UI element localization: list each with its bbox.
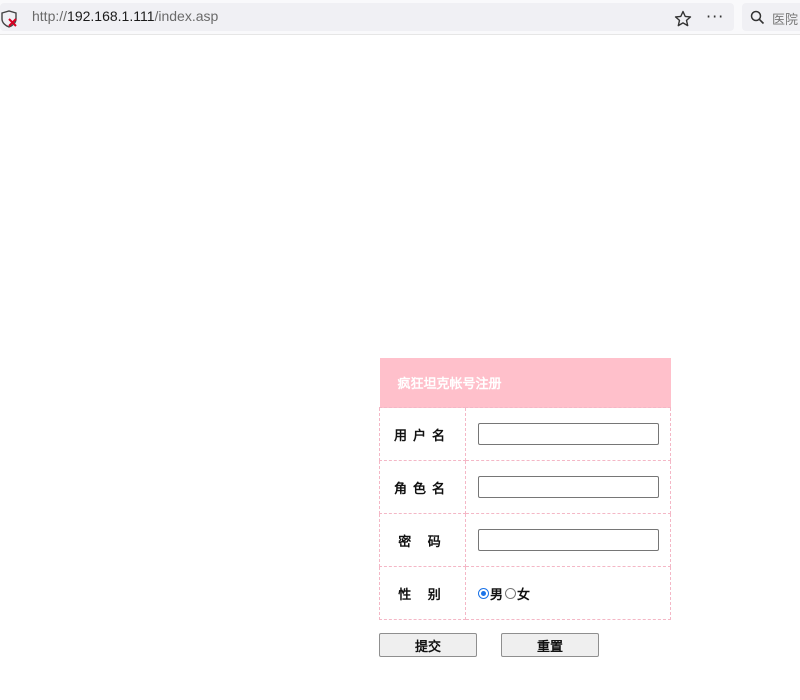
gender-radio-male[interactable] <box>478 587 489 599</box>
password-input[interactable] <box>478 529 659 551</box>
rolename-label: 角色名 <box>379 460 466 514</box>
search-icon <box>750 10 765 25</box>
url-host: 192.168.1.111 <box>67 8 155 24</box>
registration-form: 疯狂坦克帐号注册 用户名 角色名 密 码 性 别 男 女 <box>379 358 671 620</box>
form-title: 疯狂坦克帐号注册 <box>379 358 671 408</box>
star-icon[interactable] <box>674 10 692 28</box>
gender-label: 性 别 <box>379 566 466 620</box>
url-text[interactable]: http://192.168.1.111/index.asp <box>32 8 218 24</box>
submit-button[interactable]: 提交 <box>379 633 477 657</box>
gender-option-female-label: 女 <box>517 587 531 603</box>
gender-options: 男 女 <box>478 584 670 603</box>
gender-row: 性 别 男 女 <box>379 566 671 620</box>
shield-warning-icon[interactable] <box>0 10 18 28</box>
browser-toolbar: http://192.168.1.111/index.asp ··· 医院 <box>0 0 800 35</box>
url-path: /index.asp <box>154 8 219 24</box>
username-row: 用户名 <box>379 407 671 461</box>
username-input[interactable] <box>478 423 659 445</box>
rolename-row: 角色名 <box>379 460 671 514</box>
rolename-input[interactable] <box>478 476 659 498</box>
search-placeholder: 医院 <box>772 13 799 28</box>
username-label: 用户名 <box>379 407 466 461</box>
password-label: 密 码 <box>379 513 466 567</box>
gender-option-male-label: 男 <box>490 587 504 603</box>
gender-radio-female[interactable] <box>505 587 517 599</box>
more-icon[interactable]: ··· <box>706 7 724 26</box>
reset-button[interactable]: 重置 <box>501 633 599 657</box>
search-box[interactable]: 医院 <box>742 3 800 31</box>
password-row: 密 码 <box>379 513 671 567</box>
url-scheme: http:// <box>32 8 68 24</box>
address-bar[interactable]: http://192.168.1.111/index.asp ··· <box>0 3 734 31</box>
